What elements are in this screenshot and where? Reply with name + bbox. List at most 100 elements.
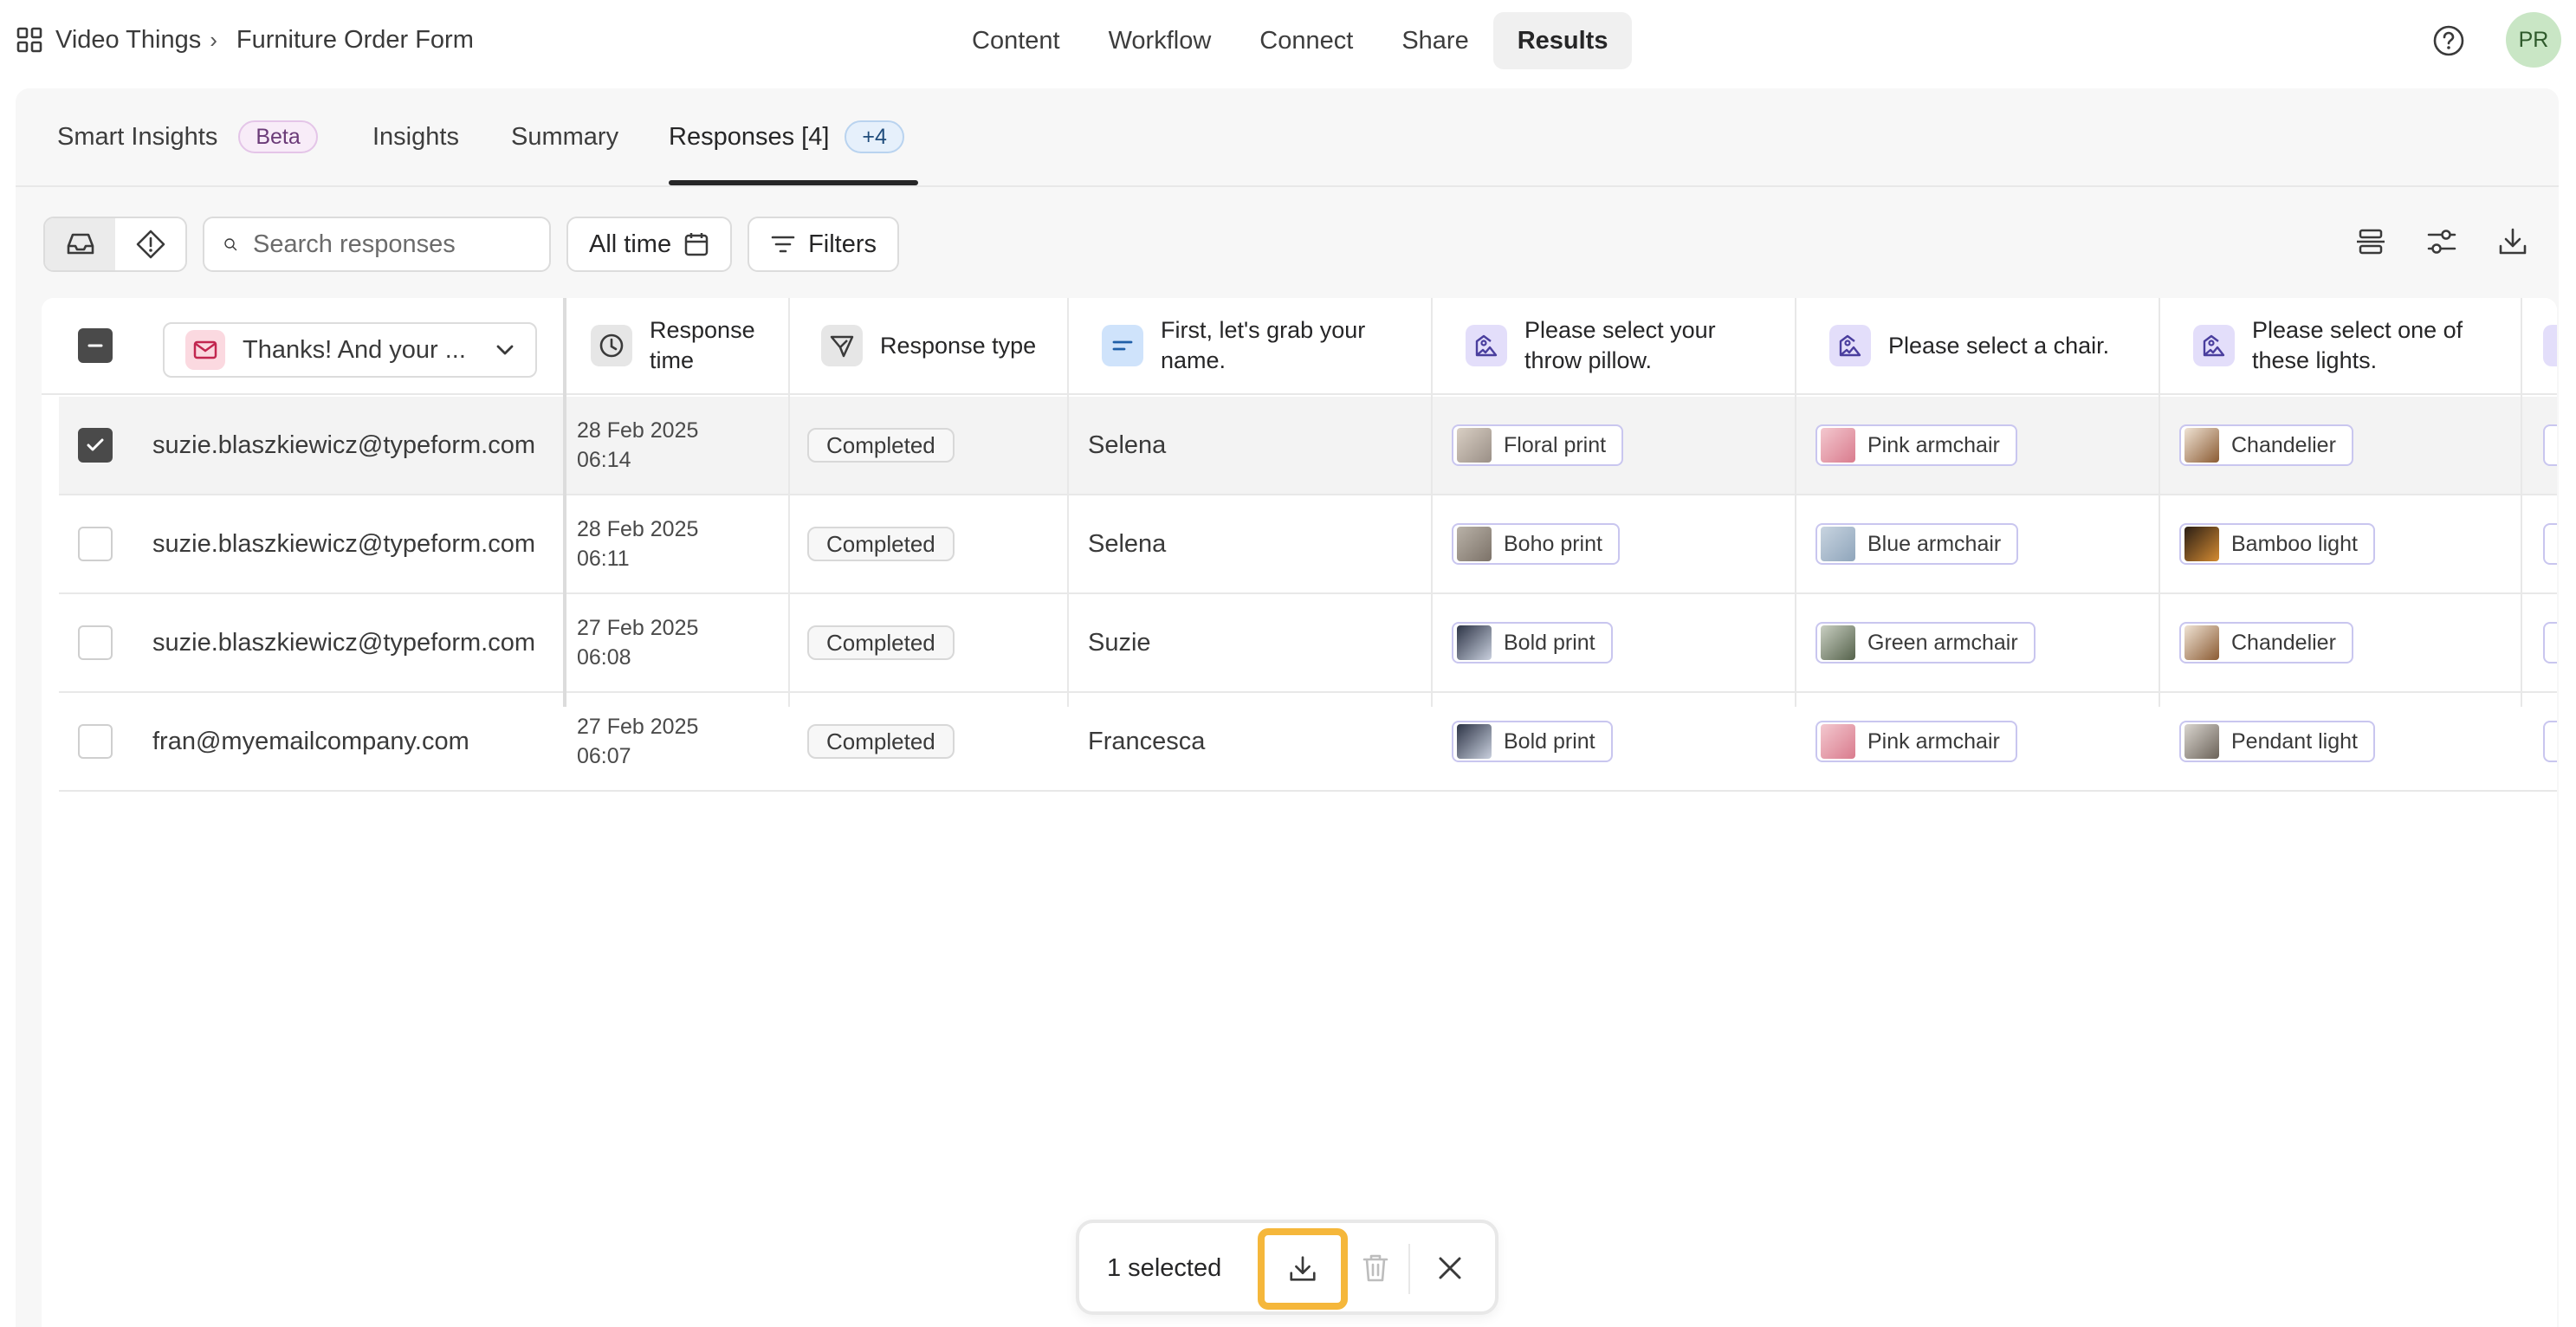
response-time-cell: 28 Feb 2025 06:14 <box>577 397 785 494</box>
choice-chip[interactable] <box>2543 721 2557 762</box>
respondent-name: Francesca <box>1088 727 1206 755</box>
tab-insights[interactable]: Insights <box>372 114 459 159</box>
email-cell[interactable]: suzie.blaszkiewicz@typeform.com <box>152 594 535 691</box>
next-column-partial <box>2543 594 2557 691</box>
row-checkbox[interactable] <box>78 625 113 660</box>
choice-label: Bamboo light <box>2231 531 2358 556</box>
search-box[interactable] <box>203 217 551 272</box>
date-filter-button[interactable]: All time <box>566 217 733 272</box>
respondent-name: Selena <box>1088 529 1167 558</box>
choice-chip[interactable]: Floral print <box>1452 424 1624 466</box>
nav-workflow[interactable]: Workflow <box>1084 12 1236 69</box>
download-selected-button[interactable] <box>1258 1228 1348 1310</box>
choice-chip[interactable]: Pink armchair <box>1815 424 2017 466</box>
header-select-all[interactable] <box>78 298 113 393</box>
choice-label: Bold print <box>1504 630 1595 655</box>
choice-thumbnail <box>1821 625 1855 660</box>
email-cell[interactable]: suzie.blaszkiewicz@typeform.com <box>152 495 535 592</box>
breadcrumb-form[interactable]: Furniture Order Form <box>236 26 474 55</box>
table-row[interactable]: fran@myemailcompany.com 27 Feb 2025 06:0… <box>59 693 2557 792</box>
clock-icon <box>591 325 632 366</box>
nav-share[interactable]: Share <box>1377 12 1492 69</box>
choice-chip[interactable]: Pendant light <box>2179 721 2375 762</box>
choice-label: Green armchair <box>1867 630 2018 655</box>
choice-chip[interactable]: Blue armchair <box>1815 523 2019 565</box>
column-divider <box>1795 298 1796 707</box>
light-cell: Bamboo light <box>2179 495 2375 592</box>
close-icon <box>1439 1257 1461 1279</box>
nav-content[interactable]: Content <box>948 12 1084 69</box>
row-checkbox[interactable] <box>78 724 113 759</box>
row-checkbox[interactable] <box>78 527 113 561</box>
choice-chip[interactable]: Boho print <box>1452 523 1620 565</box>
trash-icon <box>1362 1254 1388 1282</box>
download-icon[interactable] <box>2496 225 2529 258</box>
column-settings-icon[interactable] <box>2425 225 2458 258</box>
status-badge: Completed <box>807 625 955 660</box>
filters-label: Filters <box>808 230 877 258</box>
filters-button[interactable]: Filters <box>748 217 900 272</box>
response-type-cell: Completed <box>807 397 955 494</box>
select-all-checkbox[interactable] <box>78 328 113 363</box>
tab-responses[interactable]: Responses [4] +4 <box>669 114 904 159</box>
apps-grid-icon[interactable] <box>16 26 43 54</box>
choice-chip[interactable] <box>2543 523 2557 565</box>
choice-label: Chandelier <box>2231 630 2336 655</box>
next-column-partial <box>2543 495 2557 592</box>
row-select[interactable] <box>78 594 113 691</box>
breadcrumb-workspace[interactable]: Video Things <box>55 26 201 55</box>
top-bar: Video Things › Furniture Order Form Cont… <box>0 0 2576 81</box>
table-row[interactable]: suzie.blaszkiewicz@typeform.com 27 Feb 2… <box>59 594 2557 693</box>
calendar-icon <box>684 233 709 256</box>
email-cell[interactable]: suzie.blaszkiewicz@typeform.com <box>152 397 535 494</box>
header-next-column-partial[interactable] <box>2543 298 2557 393</box>
table-row[interactable]: suzie.blaszkiewicz@typeform.com 28 Feb 2… <box>59 495 2557 594</box>
inbox-view-button[interactable] <box>45 218 115 270</box>
row-select[interactable] <box>78 397 113 494</box>
choice-thumbnail <box>1457 428 1492 463</box>
tab-summary[interactable]: Summary <box>511 114 618 159</box>
avatar[interactable]: PR <box>2506 12 2561 68</box>
picture-choice-icon <box>1829 325 1871 366</box>
choice-label: Floral print <box>1504 432 1607 457</box>
nav-results[interactable]: Results <box>1492 12 1633 69</box>
header-response-time[interactable]: Response time <box>591 298 816 393</box>
choice-chip[interactable]: Bamboo light <box>2179 523 2375 565</box>
choice-chip[interactable]: Pink armchair <box>1815 721 2017 762</box>
header-pillow-question[interactable]: Please select your throw pillow. <box>1466 298 1821 393</box>
header-response-type[interactable]: Response type <box>821 298 1098 393</box>
partial-view-button[interactable] <box>115 218 185 270</box>
choice-chip[interactable] <box>2543 622 2557 664</box>
help-icon[interactable] <box>2432 24 2465 57</box>
choice-thumbnail <box>2184 625 2219 660</box>
date-filter-label: All time <box>589 230 672 258</box>
table-row[interactable]: suzie.blaszkiewicz@typeform.com 28 Feb 2… <box>59 397 2557 495</box>
delete-selected-button[interactable] <box>1358 1251 1393 1285</box>
clear-selection-button[interactable] <box>1433 1251 1467 1285</box>
row-select[interactable] <box>78 495 113 592</box>
choice-chip[interactable] <box>2543 424 2557 466</box>
choice-label: Bold print <box>1504 728 1595 754</box>
choice-chip[interactable]: Chandelier <box>2179 622 2353 664</box>
choice-chip[interactable]: Bold print <box>1452 622 1613 664</box>
selected-count: 1 selected <box>1107 1254 1222 1282</box>
respondent-email: suzie.blaszkiewicz@typeform.com <box>152 629 536 657</box>
email-column-dropdown[interactable]: Thanks! And your ... <box>163 322 537 378</box>
choice-chip[interactable]: Bold print <box>1452 721 1613 762</box>
header-chair-question[interactable]: Please select a chair. <box>1829 298 2184 393</box>
header-light-question[interactable]: Please select one of these lights. <box>2193 298 2548 393</box>
row-select[interactable] <box>78 693 113 790</box>
search-input[interactable] <box>253 230 530 259</box>
choice-thumbnail <box>1821 724 1855 759</box>
row-density-icon[interactable] <box>2354 225 2387 258</box>
email-cell[interactable]: fran@myemailcompany.com <box>152 693 490 790</box>
nav-connect[interactable]: Connect <box>1235 12 1377 69</box>
column-divider <box>2159 298 2160 707</box>
email-column-label: Thanks! And your ... <box>243 335 466 364</box>
choice-chip[interactable]: Green armchair <box>1815 622 2036 664</box>
tab-smart-insights[interactable]: Smart Insights Beta <box>57 114 318 159</box>
header-name-question[interactable]: First, let's grab your name. <box>1102 298 1457 393</box>
pillow-cell: Floral print <box>1452 397 1624 494</box>
row-checkbox[interactable] <box>78 428 113 463</box>
choice-chip[interactable]: Chandelier <box>2179 424 2353 466</box>
